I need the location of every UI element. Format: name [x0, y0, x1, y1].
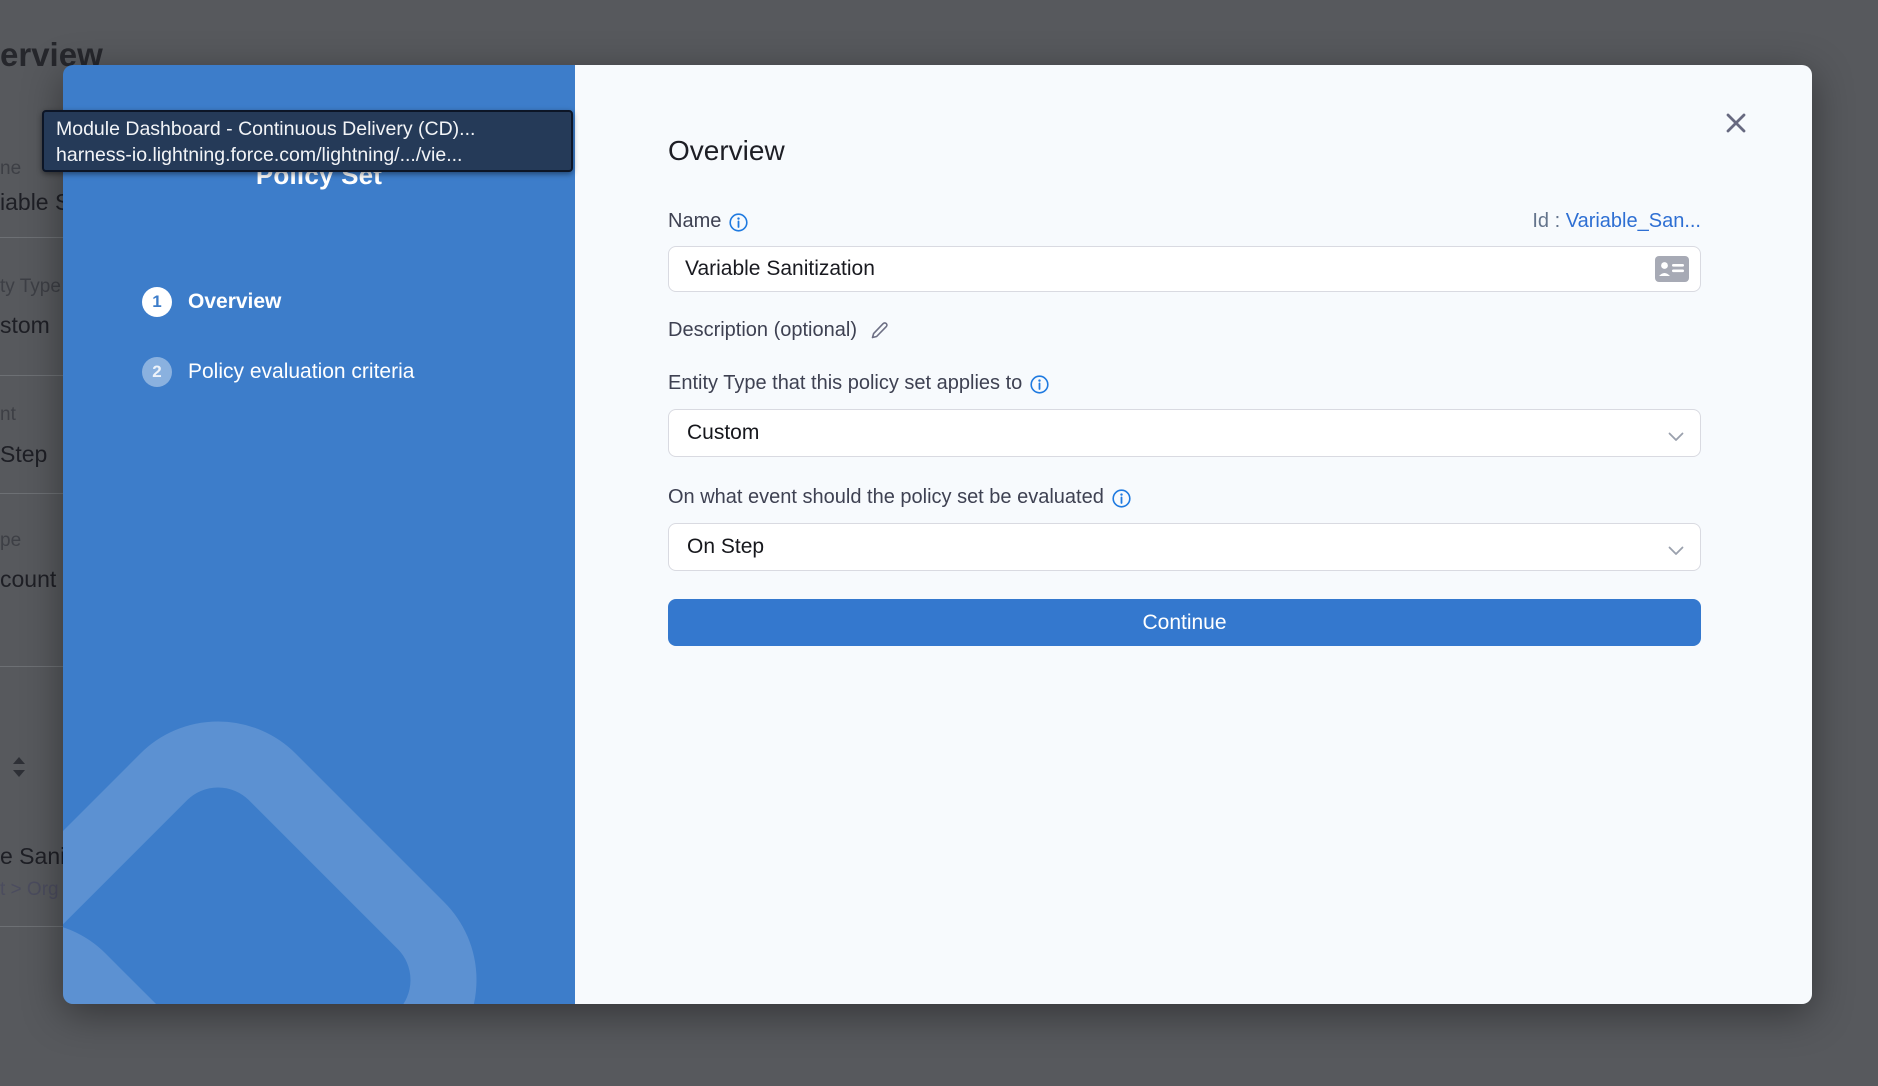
background-row-value: e Sani	[0, 843, 65, 870]
background-divider	[0, 926, 63, 927]
background-divider	[0, 237, 63, 238]
sort-icon	[12, 756, 26, 778]
tooltip-url: harness-io.lightning.force.com/lightning…	[56, 142, 559, 168]
id-link[interactable]: Variable_San...	[1566, 210, 1701, 232]
entity-type-value: Custom	[687, 421, 759, 445]
close-icon	[1723, 110, 1749, 136]
chevron-down-icon	[1668, 543, 1684, 561]
background-field-value: stom	[0, 312, 50, 339]
background-field-value: iable S	[0, 189, 70, 216]
link-preview-tooltip: Module Dashboard - Continuous Delivery (…	[42, 110, 573, 172]
id-prefix: Id :	[1532, 210, 1560, 232]
tooltip-title: Module Dashboard - Continuous Delivery (…	[56, 116, 559, 142]
entity-type-select[interactable]: Custom	[668, 409, 1701, 457]
background-field-label: ty Type	[0, 276, 61, 298]
wizard-steps: 1 Overview 2 Policy evaluation criteria	[63, 287, 575, 387]
name-label: Name	[668, 210, 721, 233]
background-field-label: ne	[0, 158, 21, 180]
background-divider	[0, 375, 63, 376]
entity-type-label: Entity Type that this policy set applies…	[668, 372, 1022, 395]
entity-id: Id : Variable_San...	[1532, 210, 1701, 233]
wizard-sidebar: Policy Set 1 Overview 2 Policy evaluatio…	[63, 65, 575, 1004]
overview-step-panel: Overview Name Id : Variable_San...	[575, 65, 1812, 1004]
event-label: On what event should the policy set be e…	[668, 486, 1104, 509]
info-icon[interactable]	[1030, 375, 1049, 394]
event-value: On Step	[687, 535, 764, 559]
chevron-down-icon	[1668, 429, 1684, 447]
id-card-icon[interactable]	[1655, 256, 1689, 287]
page-title: Overview	[668, 135, 1701, 167]
background-field-label: nt	[0, 404, 16, 426]
background-field-label: pe	[0, 530, 21, 552]
step-label: Policy evaluation criteria	[188, 360, 414, 384]
step-number-badge: 2	[142, 357, 172, 387]
background-divider	[0, 493, 63, 494]
step-overview[interactable]: 1 Overview	[142, 287, 575, 317]
policy-set-modal: Policy Set 1 Overview 2 Policy evaluatio…	[63, 65, 1812, 1004]
background-field-value: Step	[0, 441, 47, 468]
step-number-badge: 1	[142, 287, 172, 317]
continue-button[interactable]: Continue	[668, 599, 1701, 646]
background-row-breadcrumb: t > Org	[0, 879, 59, 901]
name-input[interactable]	[668, 246, 1701, 292]
event-select[interactable]: On Step	[668, 523, 1701, 571]
background-field-value: count :	[0, 566, 69, 593]
info-icon[interactable]	[729, 213, 748, 232]
close-button[interactable]	[1720, 107, 1752, 139]
name-field-header: Name Id : Variable_San...	[668, 210, 1701, 233]
step-policy-evaluation-criteria[interactable]: 2 Policy evaluation criteria	[142, 357, 575, 387]
harness-logo-watermark	[63, 676, 522, 1004]
edit-description-icon[interactable]	[869, 320, 890, 341]
description-label: Description (optional)	[668, 319, 857, 342]
step-label: Overview	[188, 290, 281, 314]
background-divider	[0, 666, 63, 667]
info-icon[interactable]	[1112, 489, 1131, 508]
